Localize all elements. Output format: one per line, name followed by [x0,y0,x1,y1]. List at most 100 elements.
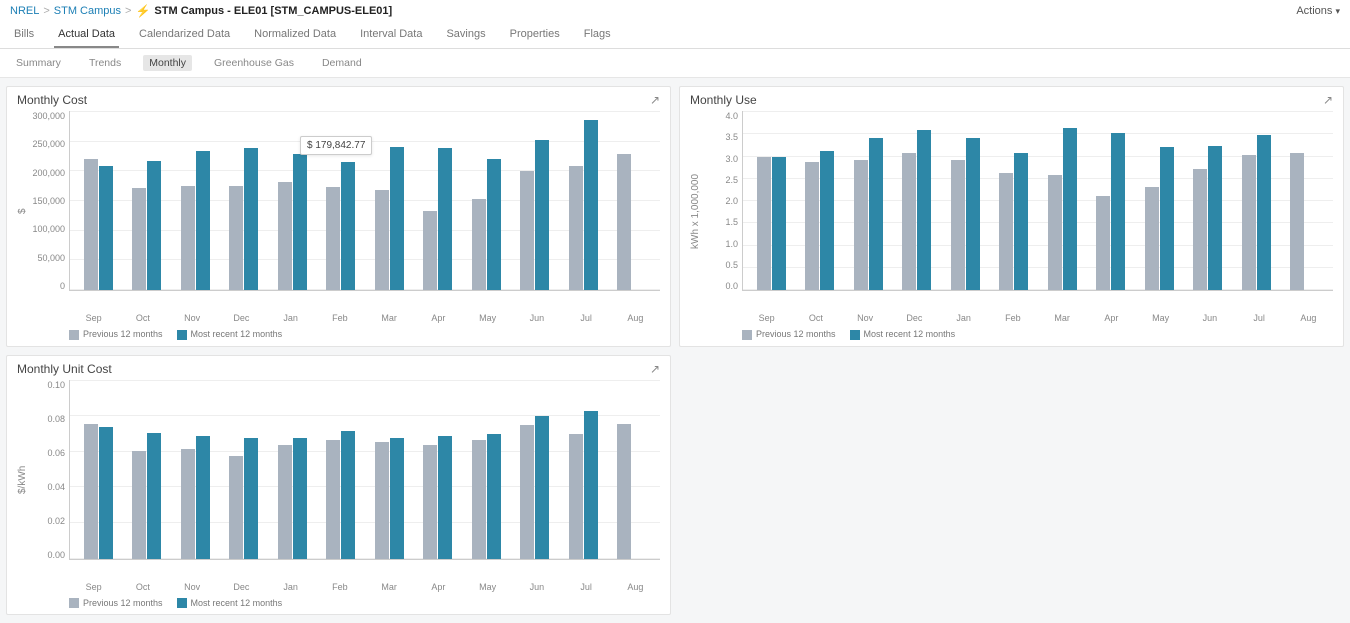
bar-prev[interactable] [1145,187,1159,291]
subtab-demand[interactable]: Demand [316,55,368,71]
bar-prev[interactable] [229,186,243,290]
expand-icon[interactable]: ↗ [650,362,660,376]
bar-recent[interactable] [438,148,452,290]
bolt-icon: ⚡ [135,4,150,18]
bar-recent[interactable] [147,433,161,559]
bar-recent[interactable] [244,148,258,290]
bar-recent[interactable] [820,151,834,291]
bar-prev[interactable] [1242,155,1256,290]
legend-item-prev[interactable]: Previous 12 months [69,329,163,340]
bar-recent[interactable] [438,436,452,558]
bar-prev[interactable] [278,445,292,558]
bar-group [511,140,560,290]
actions-menu[interactable]: Actions ▾ [1296,5,1340,17]
bar-recent[interactable] [1257,135,1271,290]
bar-prev[interactable] [999,173,1013,290]
bar-recent[interactable] [293,154,307,290]
legend-item-prev[interactable]: Previous 12 months [742,329,836,340]
bar-prev[interactable] [181,449,195,559]
subtab-monthly[interactable]: Monthly [143,55,192,71]
bar-prev[interactable] [617,154,631,290]
tab-actual-data[interactable]: Actual Data [54,24,119,48]
bar-prev[interactable] [1290,153,1304,290]
bar-recent[interactable] [487,159,501,290]
bar-prev[interactable] [278,182,292,290]
bar-prev[interactable] [1096,196,1110,291]
bar-group [1087,133,1136,290]
bar-recent[interactable] [147,161,161,290]
bar-recent[interactable] [1014,153,1028,290]
bar-recent[interactable] [1208,146,1222,290]
bar-prev[interactable] [902,153,916,290]
bar-recent[interactable] [966,138,980,290]
tab-interval-data[interactable]: Interval Data [356,24,426,48]
bar-prev[interactable] [1193,169,1207,291]
bar-recent[interactable] [487,434,501,558]
bar-recent[interactable] [244,438,258,559]
bar-recent[interactable] [1111,133,1125,290]
expand-icon[interactable]: ↗ [1323,93,1333,107]
bar-prev[interactable] [617,424,631,559]
bar-group [990,153,1039,290]
bar-prev[interactable] [805,162,819,290]
legend-item-recent[interactable]: Most recent 12 months [177,329,283,340]
bar-recent[interactable] [99,427,113,558]
bar-prev[interactable] [326,187,340,290]
bar-prev[interactable] [569,434,583,558]
bar-recent[interactable] [341,431,355,559]
subtab-summary[interactable]: Summary [10,55,67,71]
bar-recent[interactable] [390,438,404,559]
bar-recent[interactable] [1063,128,1077,290]
bar-recent[interactable] [99,166,113,290]
tab-normalized-data[interactable]: Normalized Data [250,24,340,48]
bar-recent[interactable] [584,411,598,559]
subtab-trends[interactable]: Trends [83,55,127,71]
bar-recent[interactable] [341,162,355,290]
bar-prev[interactable] [84,159,98,290]
legend-item-recent[interactable]: Most recent 12 months [850,329,956,340]
bar-prev[interactable] [84,424,98,559]
bar-recent[interactable] [772,157,786,290]
bar-prev[interactable] [181,186,195,290]
breadcrumb-level1[interactable]: NREL [10,5,39,17]
bar-recent[interactable] [196,436,210,558]
bar-prev[interactable] [375,190,389,290]
tab-properties[interactable]: Properties [506,24,564,48]
legend-item-recent[interactable]: Most recent 12 months [177,598,283,609]
bar-prev[interactable] [229,456,243,559]
xaxis: SepOctNovDecJanFebMarAprMayJunJulAug [69,580,660,592]
breadcrumb-level2[interactable]: STM Campus [54,5,121,17]
bar-prev[interactable] [854,160,868,291]
bar-prev[interactable] [472,440,486,559]
bar-recent[interactable] [196,151,210,290]
tab-savings[interactable]: Savings [442,24,489,48]
bar-prev[interactable] [132,451,146,559]
bar-prev[interactable] [423,445,437,558]
bar-prev[interactable] [472,199,486,290]
bar-prev[interactable] [520,425,534,558]
bar-prev[interactable] [1048,175,1062,290]
bar-prev[interactable] [132,188,146,290]
bar-recent[interactable] [917,130,931,290]
bar-prev[interactable] [423,211,437,290]
tab-calendarized-data[interactable]: Calendarized Data [135,24,234,48]
bar-recent[interactable] [1160,147,1174,290]
bar-prev[interactable] [375,442,389,559]
tab-flags[interactable]: Flags [580,24,615,48]
bar-prev[interactable] [757,157,771,290]
bar-recent[interactable] [869,138,883,290]
bar-recent[interactable] [293,438,307,559]
bar-group [220,148,269,290]
legend-item-prev[interactable]: Previous 12 months [69,598,163,609]
tab-bills[interactable]: Bills [10,24,38,48]
bar-prev[interactable] [326,440,340,559]
bar-prev[interactable] [951,160,965,291]
bar-recent[interactable] [390,147,404,290]
bar-recent[interactable] [535,416,549,558]
bar-prev[interactable] [569,166,583,290]
expand-icon[interactable]: ↗ [650,93,660,107]
bar-recent[interactable] [584,120,598,290]
bar-prev[interactable] [520,171,534,290]
subtab-greenhouse-gas[interactable]: Greenhouse Gas [208,55,300,71]
bar-recent[interactable] [535,140,549,290]
